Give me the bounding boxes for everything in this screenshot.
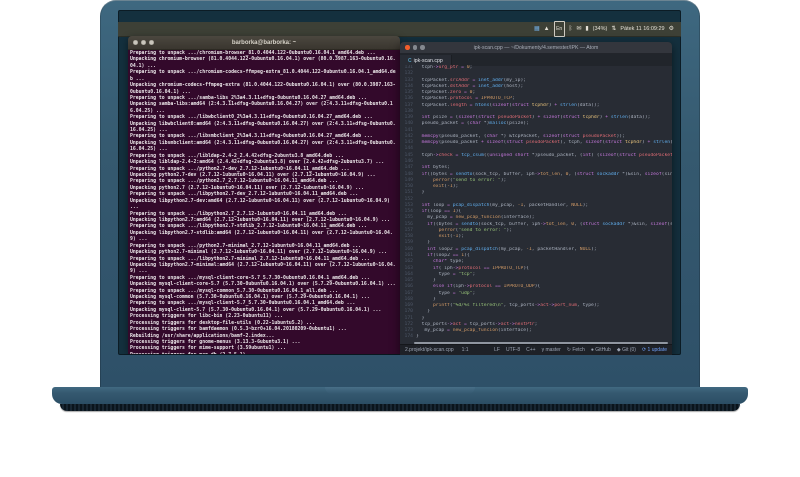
terminal-line: Unpacking chromium-browser (81.0.4044.12… [130, 57, 396, 69]
cpp-file-icon: C [408, 57, 412, 64]
github-button[interactable]: ● GitHub [591, 347, 611, 353]
terminal-line: Unpacking libsmbclient:amd64 (2:4.3.11+d… [130, 140, 396, 153]
line-number: 174 [404, 334, 413, 340]
editor-status-bar: 2.projekt/ipk-scan.cpp 1:1 LF UTF-8 C++ γ m… [400, 344, 672, 355]
encoding-indicator[interactable]: UTF-8 [506, 347, 520, 353]
editor-titlebar[interactable]: ipk-scan.cpp — ~/Dokumenty/4.semester/IP… [400, 42, 672, 54]
code-line: 143 memcpy(pseudo_packet + sizeof(struct… [400, 140, 672, 146]
git-branch-indicator[interactable]: γ master [542, 347, 561, 353]
grammar-indicator[interactable]: C++ [526, 347, 535, 353]
mail-icon[interactable]: ✉ [576, 22, 581, 36]
clock[interactable]: Pátek 11 16:09:29 [620, 22, 664, 36]
terminal-line: Unpacking libpython2.7-stdlib:amd64 (2.7… [130, 230, 393, 243]
laptop-base-notch [325, 387, 475, 394]
terminal-line: Preparing to unpack .../libwbclient0_2%3… [130, 115, 373, 121]
terminal-body[interactable]: Preparing to unpack .../chromium-browser… [128, 50, 400, 354]
terminal-line: Preparing to unpack .../libsmbclient_2%3… [130, 134, 373, 140]
network-arrows-icon[interactable]: ⇅ [611, 22, 616, 36]
laptop-base [52, 387, 748, 404]
git-changes-indicator[interactable]: ◆ Git (0) [617, 347, 636, 353]
terminal-line: Unpacking libpython2.7-dev:amd64 (2.7.12… [130, 198, 393, 211]
code-line: 174} [400, 334, 672, 340]
editor-window-title: ipk-scan.cpp — ~/Dokumenty/4.semester/IP… [473, 44, 599, 51]
laptop-screen-bezel: ▦ ▲ En ᛒ ✉ ▮ (34%) ⇅ Pátek 11 16:09:29 ⚙ barborka… [100, 0, 700, 390]
status-right: LF UTF-8 C++ γ master ↻ Fetch ● GitHub ◆ Git (… [494, 347, 667, 353]
line-ending-indicator[interactable]: LF [494, 347, 500, 353]
battery-percentage[interactable]: (34%) [593, 22, 608, 36]
editor-window: ipk-scan.cpp — ~/Dokumenty/4.semester/IP… [400, 42, 672, 355]
github-fetch-button[interactable]: ↻ Fetch [567, 347, 585, 353]
top-panel: ▦ ▲ En ᛒ ✉ ▮ (34%) ⇅ Pátek 11 16:09:29 ⚙ [118, 21, 681, 37]
terminal-line: Unpacking libpython2.7-minimal:amd64 (2.… [130, 262, 396, 275]
terminal-line: Unpacking libwbclient0:amd64 (2:4.3.11+d… [130, 121, 396, 134]
bluetooth-icon[interactable]: ᛒ [569, 22, 573, 36]
terminal-line: Preparing to unpack .../chromium-codecs-… [130, 70, 396, 82]
terminal-line: Unpacking libldap-2.4-2:amd64 (2.4.42+df… [130, 160, 385, 166]
status-left: 2.projekt/ipk-scan.cpp 1:1 [405, 347, 469, 353]
tab-label: ipk-scan.cpp [413, 57, 443, 64]
laptop-base-edge [60, 404, 740, 411]
input-method-icon[interactable]: ▦ [534, 22, 540, 36]
screen-desktop: ▦ ▲ En ᛒ ✉ ▮ (34%) ⇅ Pátek 11 16:09:29 ⚙ barborka… [118, 10, 681, 355]
code-line: 145 tcph->check = tcp_csum((unsigned sho… [400, 153, 672, 159]
terminal-line: Preparing to unpack .../libpython2.7-min… [130, 256, 370, 262]
code-editor[interactable]: 131 tcph->urg_ptr = 0; 132 133 tcpPacket.s… [400, 65, 672, 341]
terminal-titlebar[interactable]: barborka@barborka: ~ [128, 36, 400, 50]
laptop-mockup: ▦ ▲ En ᛒ ✉ ▮ (34%) ⇅ Pátek 11 16:09:29 ⚙ barborka… [0, 0, 800, 477]
terminal-line: Unpacking mysql-client-core-5.7 (5.7.30-… [130, 282, 396, 288]
terminal-line: Processing triggers for man-db (2.7.5-1)… [130, 353, 398, 354]
battery-icon[interactable]: ▮ [585, 22, 588, 36]
cursor-position[interactable]: 1:1 [462, 347, 469, 353]
keyboard-layout-indicator[interactable]: En [553, 21, 565, 37]
terminal-line: Unpacking python2.7-minimal (2.7.12-1ubu… [130, 250, 388, 256]
terminal-line: Preparing to unpack .../libpython2.7-dev… [130, 192, 359, 198]
terminal-window: barborka@barborka: ~ Preparing to unpack… [128, 36, 400, 354]
session-menu-icon[interactable]: ⚙ [669, 22, 674, 36]
terminal-line: Preparing to unpack .../libpython2.7-std… [130, 224, 367, 230]
terminal-line: Unpacking chromium-codecs-ffmpeg-extra (… [130, 83, 396, 95]
file-path[interactable]: 2.projekt/ipk-scan.cpp [405, 347, 454, 353]
wifi-icon[interactable]: ▲ [544, 22, 550, 36]
code-lines: 131 tcph->urg_ptr = 0; 132 133 tcpPacket.s… [400, 65, 672, 341]
terminal-line: Unpacking samba-libs:amd64 (2:4.3.11+dfs… [130, 102, 393, 114]
terminal-title: barborka@barborka: ~ [231, 39, 297, 46]
system-tray: ▦ ▲ En ᛒ ✉ ▮ (34%) ⇅ Pátek 11 16:09:29 ⚙ [534, 21, 681, 37]
update-available-button[interactable]: ⟳ 1 update [642, 347, 667, 353]
